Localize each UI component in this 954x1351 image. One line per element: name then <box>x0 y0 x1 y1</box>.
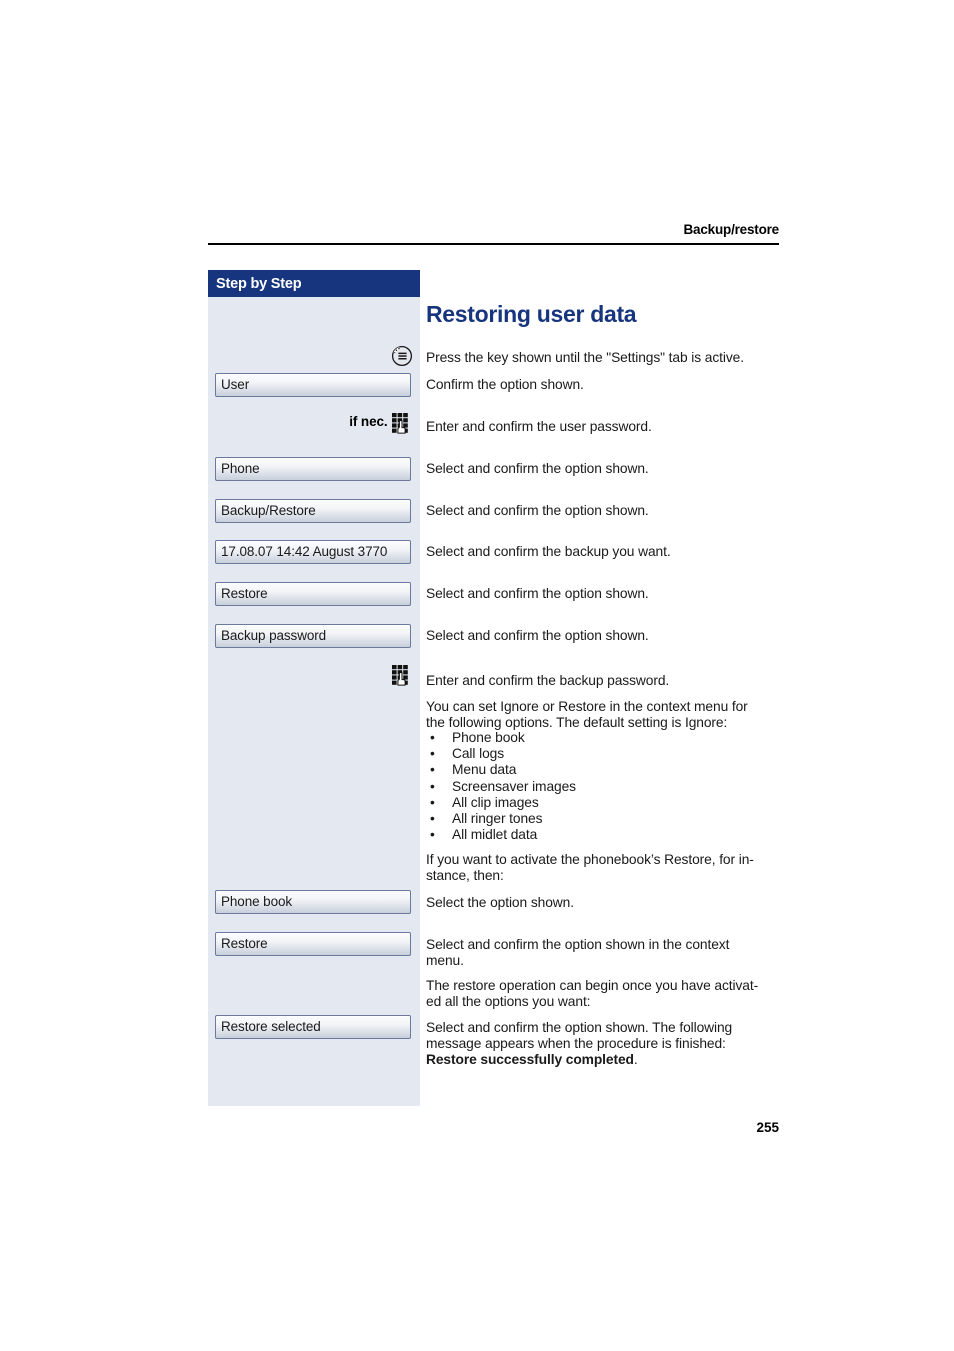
step-text-select-confirm-4: Select and confirm the option shown. <box>426 628 649 643</box>
step-by-step-sidebar: Step by Step User if nec. Phone Backup/R… <box>208 270 420 1106</box>
note-ignore-restore-line1: You can set Ignore or Restore in the con… <box>426 699 748 714</box>
bullet-icon: • <box>430 762 435 778</box>
list-item: • All clip images <box>426 795 784 811</box>
success-message: Restore successfully completed <box>426 1052 634 1067</box>
sidebar-header-bar: Step by Step <box>208 270 420 297</box>
keypad-icon <box>392 413 411 435</box>
keypad-icon-password <box>392 665 411 692</box>
list-item-label: All clip images <box>452 794 539 810</box>
list-item: • All midlet data <box>426 827 784 843</box>
bullet-icon: • <box>430 730 435 745</box>
step-text-press-key: Press the key shown until the "Settings"… <box>426 350 744 365</box>
list-item: • Call logs <box>426 746 784 762</box>
final-step-message: Restore successfully completed. <box>426 1051 784 1068</box>
menu-key-icon <box>391 345 413 372</box>
step-text-enter-user-password: Enter and confirm the user password. <box>426 419 652 434</box>
step-text-select-backup: Select and confirm the backup you want. <box>426 544 671 559</box>
document-page: Backup/restore Step by Step User if nec. <box>0 0 954 1351</box>
begin-note-line2: ed all the options you want: <box>426 994 591 1009</box>
list-item-label: Screensaver images <box>452 778 576 794</box>
note-ignore-restore-line2: the following options. The default setti… <box>426 715 728 730</box>
bullet-icon: • <box>430 746 435 762</box>
final-step-line1: Select and confirm the option shown. The… <box>426 1020 733 1035</box>
if-nec-row: if nec. <box>215 413 411 439</box>
restore-options-list: • Phone book • Call logs • Menu data • S… <box>426 730 784 843</box>
step-button-backup-password[interactable]: Backup password <box>215 624 411 648</box>
bullet-icon: • <box>430 810 435 826</box>
step-button-restore-context[interactable]: Restore <box>215 932 411 956</box>
if-nec-label: if nec. <box>349 414 388 430</box>
list-item-label: All midlet data <box>452 827 538 843</box>
list-item: • Phone book <box>426 730 784 746</box>
sidebar-title: Step by Step <box>216 276 302 292</box>
bullet-icon: • <box>430 827 435 843</box>
list-item: • All ringer tones <box>426 811 784 827</box>
activate-note-line2: stance, then: <box>426 868 504 883</box>
step-text-select-confirm-2: Select and confirm the option shown. <box>426 503 649 518</box>
bullet-icon: • <box>430 778 435 794</box>
step-button-restore[interactable]: Restore <box>215 582 411 606</box>
step-button-backup-restore[interactable]: Backup/Restore <box>215 499 411 523</box>
final-period: . <box>633 1052 638 1067</box>
step-text-enter-backup-password: Enter and confirm the backup password. <box>426 673 670 688</box>
step-button-restore-selected[interactable]: Restore selected <box>215 1015 411 1039</box>
step-button-user[interactable]: User <box>215 373 411 397</box>
activate-note-line1: If you want to activate the phonebook’s … <box>426 852 754 867</box>
bullet-icon: • <box>430 794 435 810</box>
step-text-select-confirm-1: Select and confirm the option shown. <box>426 461 649 476</box>
step-text-select-option-shown: Select the option shown. <box>426 895 574 910</box>
step-text-confirm-option: Confirm the option shown. <box>426 377 584 392</box>
context-menu-text-line2: menu. <box>426 953 464 968</box>
running-header: Backup/restore <box>208 222 779 245</box>
step-button-phone-book[interactable]: Phone book <box>215 890 411 914</box>
step-text-select-confirm-3: Select and confirm the option shown. <box>426 586 649 601</box>
list-item-label: All ringer tones <box>452 810 543 826</box>
list-item: • Screensaver images <box>426 779 784 795</box>
list-item-label: Call logs <box>452 746 505 762</box>
begin-note-line1: The restore operation can begin once you… <box>426 978 759 993</box>
header-rule <box>208 243 779 245</box>
step-button-phone[interactable]: Phone <box>215 457 411 481</box>
page-number: 255 <box>756 1120 779 1135</box>
list-item-label: Phone book <box>452 730 525 745</box>
context-menu-text-line1: Select and confirm the option shown in t… <box>426 937 730 952</box>
list-item: • Menu data <box>426 762 784 778</box>
list-item-label: Menu data <box>452 762 517 778</box>
page-title: Restoring user data <box>426 301 637 327</box>
step-button-backup-entry[interactable]: 17.08.07 14:42 August 3770 <box>215 540 411 564</box>
running-header-title: Backup/restore <box>683 222 780 237</box>
final-step-line2: message appears when the procedure is fi… <box>426 1036 726 1051</box>
